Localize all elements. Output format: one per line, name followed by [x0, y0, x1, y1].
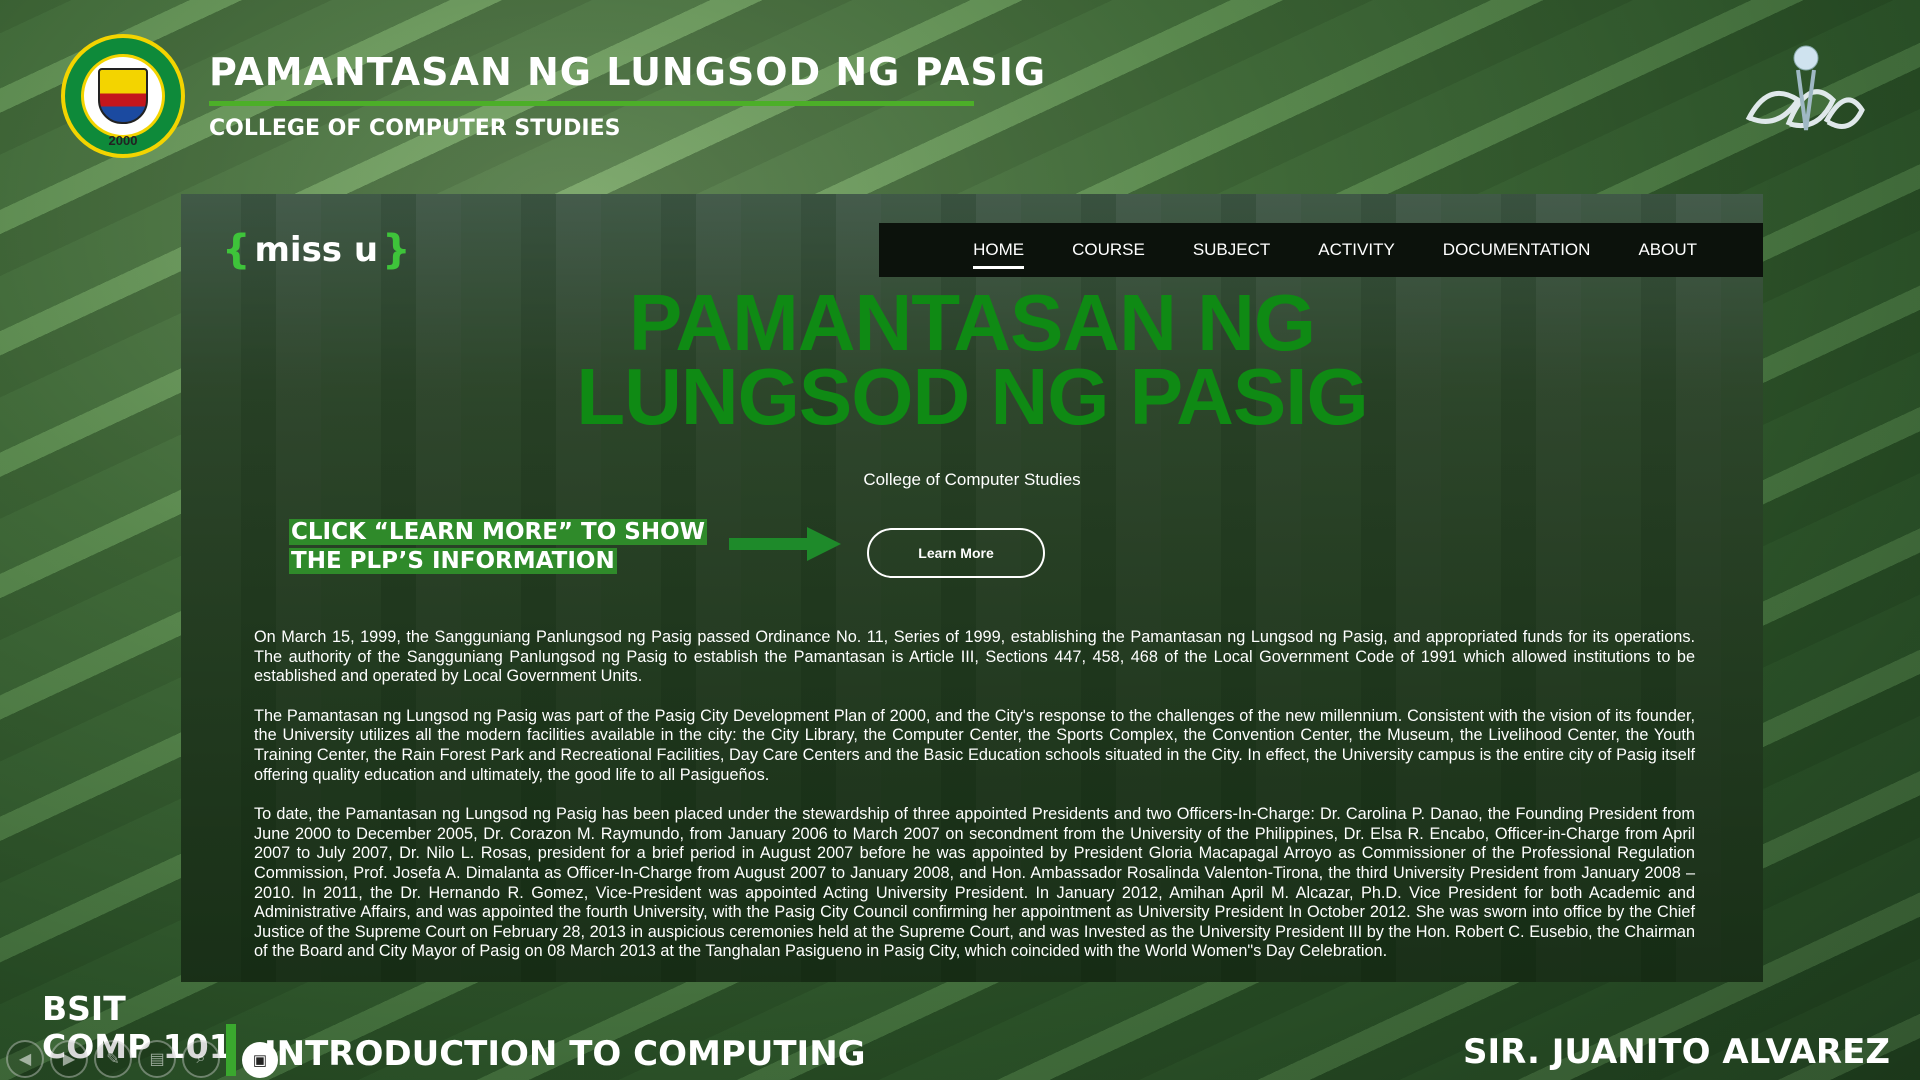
plp-seal-logo: 2000 [61, 34, 185, 158]
previous-icon[interactable]: ◀ [6, 1040, 44, 1078]
program-label: BSIT [42, 989, 126, 1028]
presentation-controls: ◀ ▶ ✎ ▤ ⌕ [6, 1040, 220, 1078]
page-icon[interactable]: ▤ [138, 1040, 176, 1078]
pen-icon[interactable]: ✎ [94, 1040, 132, 1078]
course-name: INTRODUCTION TO COMPUTING [264, 1034, 866, 1074]
arrow-right-icon [729, 527, 841, 561]
logo-text: miss u [254, 230, 379, 270]
website-screenshot: { miss u } HOME COURSE SUBJECT ACTIVITY … [181, 194, 1763, 982]
nav-home[interactable]: HOME [973, 236, 1025, 269]
hero-title: PAMANTASAN NG LUNGSOD NG PASIG [181, 278, 1763, 441]
info-paragraph: To date, the Pamantasan ng Lungsod ng Pa… [254, 805, 1695, 961]
footer-accent-bar [226, 1024, 236, 1076]
university-title: PAMANTASAN NG LUNGSOD NG PASIG [209, 50, 1047, 94]
info-paragraph: The Pamantasan ng Lungsod ng Pasig was p… [254, 706, 1695, 784]
hero-title-line-2: LUNGSOD NG PASIG [576, 352, 1368, 441]
hero-subtitle: College of Computer Studies [863, 470, 1081, 489]
nav-documentation[interactable]: DOCUMENTATION [1443, 236, 1591, 264]
next-icon[interactable]: ▶ [50, 1040, 88, 1078]
seal-emblem [81, 54, 165, 138]
learn-more-button[interactable]: Learn More [867, 528, 1045, 578]
callout-line-1: CLICK “LEARN MORE” TO SHOW [289, 519, 708, 545]
miss-u-logo[interactable]: { miss u } [222, 224, 411, 276]
college-title: COLLEGE OF COMPUTER STUDIES [209, 116, 621, 141]
zoom-icon[interactable]: ⌕ [182, 1040, 220, 1078]
callout-line-2: THE PLP’S INFORMATION [289, 548, 617, 574]
seal-year: 2000 [108, 133, 138, 148]
shield-icon [98, 68, 148, 124]
ccs-logo-icon [1745, 45, 1865, 131]
hero-title-line-1: PAMANTASAN NG [628, 278, 1316, 367]
title-underline [209, 101, 974, 106]
site-navbar: HOME COURSE SUBJECT ACTIVITY DOCUMENTATI… [879, 223, 1763, 277]
nav-subject[interactable]: SUBJECT [1193, 236, 1270, 264]
nav-activity[interactable]: ACTIVITY [1318, 236, 1395, 264]
camera-icon[interactable]: ▣ [242, 1042, 278, 1078]
instructor-name: SIR. JUANITO ALVAREZ [1463, 1032, 1890, 1072]
plp-information: On March 15, 1999, the Sangguniang Panlu… [254, 628, 1695, 982]
nav-course[interactable]: COURSE [1072, 236, 1145, 264]
nav-about[interactable]: ABOUT [1638, 236, 1697, 264]
info-paragraph: On March 15, 1999, the Sangguniang Panlu… [254, 628, 1695, 686]
logo-brace-right: } [382, 227, 411, 273]
learn-more-callout: CLICK “LEARN MORE” TO SHOW THE PLP’S INF… [289, 518, 715, 576]
logo-brace-left: { [222, 227, 251, 273]
